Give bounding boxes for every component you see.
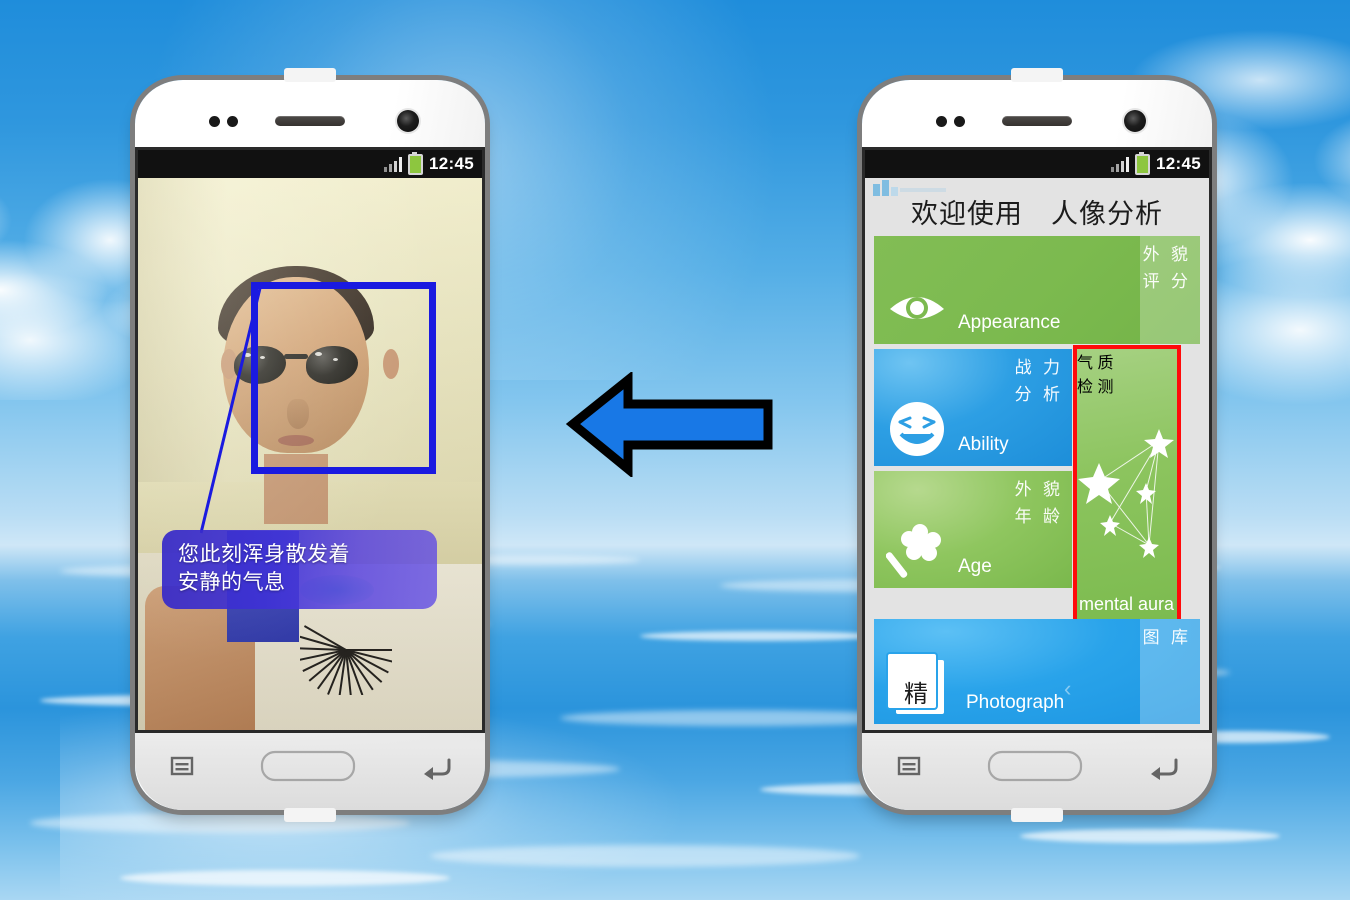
tile-aura-cn: 气 质 检 测	[1077, 355, 1114, 396]
face-detection-box	[251, 282, 436, 474]
photo-viewport[interactable]: 您此刻浑身散发着 安静的气息	[138, 178, 482, 730]
tile-grid: 外 貌 评 分 Appearance 战 力 分 析 Ability 外 貌 年…	[874, 236, 1200, 729]
tile-age[interactable]: 外 貌 年 龄 Age	[874, 471, 1072, 588]
status-bar-left: 12:45	[138, 150, 482, 178]
app-viewport: 欢迎使用 人像分析 外 貌 评 分 Appearance 战 力 分 析 Abi…	[865, 178, 1209, 730]
phone-left-device: 12:45 您此刻浑身散发着 安静的气息	[135, 68, 485, 822]
eye-icon	[890, 297, 944, 319]
phone-right-bottom-nub	[1011, 808, 1063, 822]
phone-left-bottom-nub	[284, 808, 336, 822]
photo-stack-glyph: 精	[904, 680, 928, 708]
app-home-screen: 欢迎使用 人像分析 外 貌 评 分 Appearance 战 力 分 析 Abi…	[865, 178, 1209, 730]
aura-caption-line-1: 您此刻浑身散发着	[178, 542, 350, 566]
tile-photograph-cn: 图 库	[1142, 628, 1191, 648]
nav-bar-right	[862, 736, 1212, 796]
photo-stack-icon: 精	[886, 652, 952, 718]
phone-left-screen: 12:45 您此刻浑身散发着 安静的气息	[138, 150, 482, 730]
status-bar-right: 12:45	[865, 150, 1209, 178]
nav-bar-left	[135, 736, 485, 796]
app-title: 欢迎使用 人像分析	[911, 199, 1163, 230]
tile-photograph[interactable]: 图 库 ‹ 精 Photograph	[874, 619, 1200, 724]
phone-right-screen: 12:45 欢迎使用 人像分析 外 貌 评 分 Appearance 战 力 分…	[865, 150, 1209, 730]
back-key[interactable]	[419, 751, 453, 781]
home-key[interactable]	[260, 749, 356, 783]
front-camera-icon	[397, 110, 419, 132]
aura-caption-bubble: 您此刻浑身散发着 安静的气息	[162, 530, 437, 610]
home-key[interactable]	[987, 749, 1083, 783]
tile-appearance-label: Appearance	[958, 312, 1061, 333]
tile-age-label: Age	[958, 556, 992, 577]
constellation-stars-icon	[1078, 429, 1174, 558]
tile-appearance[interactable]: 外 貌 评 分 Appearance	[874, 236, 1200, 344]
status-clock-left: 12:45	[429, 154, 474, 173]
tile-row-middle: 战 力 分 析 Ability 外 貌 年 龄 Age 气 质 检 测 ment…	[874, 349, 1200, 619]
proximity-sensor-icon	[209, 116, 238, 127]
tile-column-left: 战 力 分 析 Ability 外 貌 年 龄 Age	[874, 349, 1072, 619]
tile-mental-aura[interactable]: 气 质 检 测 mental aura	[1077, 349, 1177, 619]
smiley-face-icon	[890, 402, 944, 456]
phone-right-top-nub	[1011, 68, 1063, 82]
menu-key[interactable]	[894, 751, 924, 781]
earpiece-speaker-icon	[1002, 116, 1072, 126]
tile-ability-cn: 战 力 分 析	[1014, 358, 1063, 406]
tile-ability[interactable]: 战 力 分 析 Ability	[874, 349, 1072, 466]
status-clock-right: 12:45	[1156, 154, 1201, 173]
magic-wand-icon	[886, 524, 941, 578]
tile-photograph-label: Photograph	[966, 692, 1065, 713]
tile-aura-label: mental aura	[1079, 594, 1175, 614]
phone-left-top-nub	[284, 68, 336, 82]
scene: 12:45 您此刻浑身散发着 安静的气息 12:45 欢迎使用 人像分析 外 貌…	[0, 0, 1350, 900]
tile-appearance-cn: 外 貌 评 分	[1142, 245, 1191, 293]
battery-icon	[408, 151, 424, 175]
signal-bars-icon	[1111, 156, 1130, 172]
menu-key[interactable]	[167, 751, 197, 781]
aura-caption-line-2: 安静的气息	[178, 569, 286, 594]
earpiece-speaker-icon	[275, 116, 345, 126]
tile-age-cn: 外 貌 年 龄	[1014, 480, 1063, 528]
tile-ability-label: Ability	[958, 434, 1009, 455]
back-key[interactable]	[1146, 751, 1180, 781]
battery-icon	[1135, 151, 1151, 175]
signal-bars-icon	[384, 156, 403, 172]
proximity-sensor-icon	[936, 116, 965, 127]
front-camera-icon	[1124, 110, 1146, 132]
chevron-left-icon: ‹	[1064, 676, 1072, 701]
transition-arrow-icon	[565, 372, 773, 477]
phone-right-device: 12:45 欢迎使用 人像分析 外 貌 评 分 Appearance 战 力 分…	[862, 68, 1212, 822]
